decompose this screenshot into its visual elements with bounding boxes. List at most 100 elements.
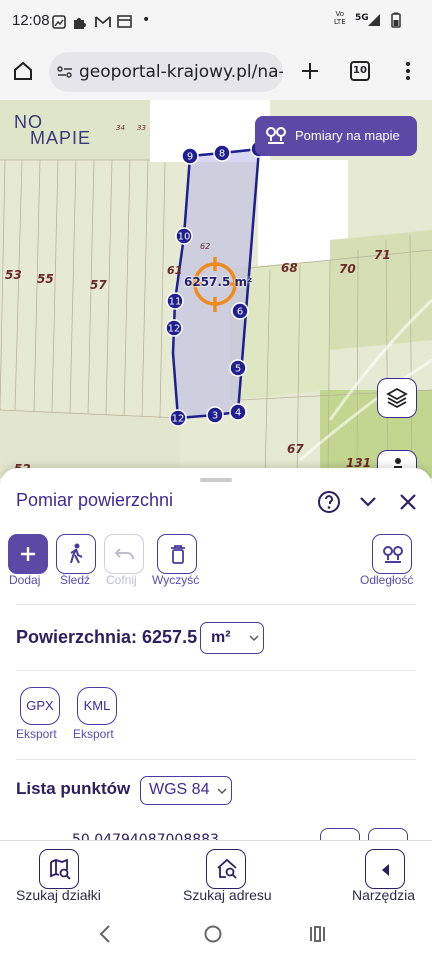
map-search-icon bbox=[50, 858, 71, 880]
add-point-button[interactable] bbox=[8, 534, 48, 574]
export-gpx-button[interactable]: GPX bbox=[20, 687, 60, 725]
divider bbox=[16, 670, 416, 671]
vertex-number: 6 bbox=[237, 307, 243, 318]
vertex-marker[interactable]: 10 bbox=[175, 227, 193, 245]
status-bar: 12:08 • Vo LTE 5G bbox=[0, 0, 432, 44]
vertex-number: 11 bbox=[169, 297, 182, 308]
undo-button[interactable] bbox=[104, 534, 144, 574]
tools-button[interactable] bbox=[365, 849, 405, 889]
point-coordinate: 50.04794087008883 bbox=[72, 832, 219, 840]
measurement-panel: Pomiar powierzchni Dodaj Śledź Cofnij Wy… bbox=[0, 468, 432, 840]
browser-toolbar: geoportal-krajowy.pl/na-ma 10 bbox=[0, 44, 432, 100]
unit-select[interactable]: m² bbox=[200, 622, 264, 654]
parcel-number: 33 bbox=[137, 124, 146, 132]
caret-left-icon bbox=[382, 864, 389, 876]
calendar-notification-icon bbox=[117, 15, 132, 28]
drag-handle[interactable] bbox=[200, 478, 232, 482]
overflow-menu-icon[interactable] bbox=[403, 60, 413, 82]
vertex-marker[interactable]: 11 bbox=[166, 292, 184, 310]
parcel-number: 70 bbox=[339, 262, 356, 276]
area-value: Powierzchnia: 6257.5 bbox=[16, 627, 198, 647]
distance-button[interactable] bbox=[372, 534, 412, 574]
parcel-number: 61 bbox=[167, 264, 183, 277]
vertex-marker[interactable]: 4 bbox=[229, 403, 247, 421]
map-view[interactable]: 987101161251234 53 55 57 68 70 71 67 131… bbox=[0, 100, 432, 478]
vertex-number: 10 bbox=[178, 232, 191, 243]
clear-label: Wyczyść bbox=[152, 573, 200, 587]
vertex-number: 5 bbox=[235, 364, 241, 375]
battery-icon bbox=[391, 12, 401, 28]
vertex-number: 8 bbox=[219, 149, 225, 160]
parcel-number: 67 bbox=[287, 442, 304, 456]
track-button[interactable] bbox=[56, 534, 96, 574]
vertex-marker[interactable]: 6 bbox=[231, 302, 249, 320]
site-settings-icon[interactable] bbox=[57, 65, 73, 79]
puzzle-notification-icon bbox=[74, 18, 86, 29]
parcel-number: 57 bbox=[90, 278, 107, 292]
signal-icon bbox=[368, 14, 380, 26]
close-icon[interactable] bbox=[399, 493, 417, 511]
chevron-down-icon bbox=[217, 788, 227, 794]
address-bar[interactable]: geoportal-krajowy.pl/na-ma bbox=[49, 52, 283, 92]
new-tab-icon[interactable] bbox=[299, 60, 321, 82]
distance-pins-icon bbox=[383, 546, 403, 563]
search-address-label: Szukaj adresu bbox=[183, 887, 272, 903]
clear-button[interactable] bbox=[157, 534, 197, 574]
vertex-marker[interactable]: 5 bbox=[229, 359, 247, 377]
parcel-number: 55 bbox=[37, 272, 54, 286]
parcel-number: 71 bbox=[374, 248, 391, 262]
clock: 12:08 bbox=[12, 12, 50, 29]
chevron-down-icon bbox=[249, 635, 259, 641]
walking-person-icon bbox=[70, 543, 83, 564]
point-action-button[interactable] bbox=[320, 828, 360, 840]
vertex-marker[interactable]: 12 bbox=[169, 409, 187, 427]
crs-select[interactable]: WGS 84 bbox=[140, 776, 232, 805]
help-icon[interactable] bbox=[317, 490, 341, 514]
export-kml-button[interactable]: KML bbox=[77, 687, 117, 725]
home-nav-icon[interactable] bbox=[203, 924, 223, 944]
vertex-number: 4 bbox=[235, 408, 241, 419]
gmail-notification-icon bbox=[95, 16, 111, 27]
parcel-number: 62 bbox=[200, 242, 211, 251]
measurement-label: 6257.5 m² bbox=[184, 275, 253, 289]
plus-icon bbox=[21, 547, 35, 561]
url-text: geoportal-krajowy.pl/na-ma bbox=[79, 62, 283, 82]
panel-title: Pomiar powierzchni bbox=[16, 490, 174, 510]
home-icon[interactable] bbox=[12, 60, 34, 82]
vertex-marker[interactable]: 12 bbox=[165, 319, 183, 337]
distance-label: Odległość bbox=[360, 573, 414, 587]
search-address-button[interactable] bbox=[206, 849, 246, 889]
divider bbox=[16, 604, 416, 605]
map-canvas[interactable]: 987101161251234 bbox=[0, 100, 432, 478]
layers-button[interactable] bbox=[377, 378, 417, 418]
parcel-number: 68 bbox=[281, 261, 298, 275]
vertex-number: 12 bbox=[172, 414, 185, 425]
vertex-number: 3 bbox=[212, 411, 218, 422]
bottom-navigation: Szukaj działki Szukaj adresu Narzędzia bbox=[0, 840, 432, 910]
measure-on-map-button[interactable]: Pomiary na mapie bbox=[255, 116, 417, 156]
vertex-marker[interactable]: 9 bbox=[181, 147, 199, 165]
tab-switcher-button[interactable]: 10 bbox=[350, 61, 370, 81]
tools-label: Narzędzia bbox=[352, 887, 416, 903]
back-nav-icon[interactable] bbox=[98, 924, 112, 944]
point-action-button[interactable] bbox=[368, 828, 408, 840]
more-notifications-dot: • bbox=[142, 12, 151, 28]
search-parcel-button[interactable] bbox=[39, 849, 79, 889]
search-parcel-label: Szukaj działki bbox=[16, 887, 101, 903]
vertex-marker[interactable]: 3 bbox=[206, 406, 224, 424]
collapse-chevron-icon[interactable] bbox=[358, 494, 378, 510]
recents-nav-icon[interactable] bbox=[307, 924, 327, 944]
photo-notification-icon bbox=[52, 15, 66, 29]
trash-icon bbox=[171, 545, 185, 564]
vertex-number: 12 bbox=[168, 324, 181, 335]
vertex-marker[interactable]: 8 bbox=[213, 144, 231, 162]
parcel-number: 53 bbox=[5, 268, 22, 282]
divider bbox=[16, 759, 416, 760]
layers-icon bbox=[386, 387, 408, 409]
undo-icon bbox=[114, 548, 134, 560]
vertex-number: 9 bbox=[187, 152, 193, 163]
measure-pins-icon bbox=[266, 127, 286, 144]
home-search-icon bbox=[217, 858, 237, 879]
add-point-label: Dodaj bbox=[9, 573, 41, 587]
nomapie-logo[interactable]: NO MAPIE bbox=[14, 112, 110, 152]
